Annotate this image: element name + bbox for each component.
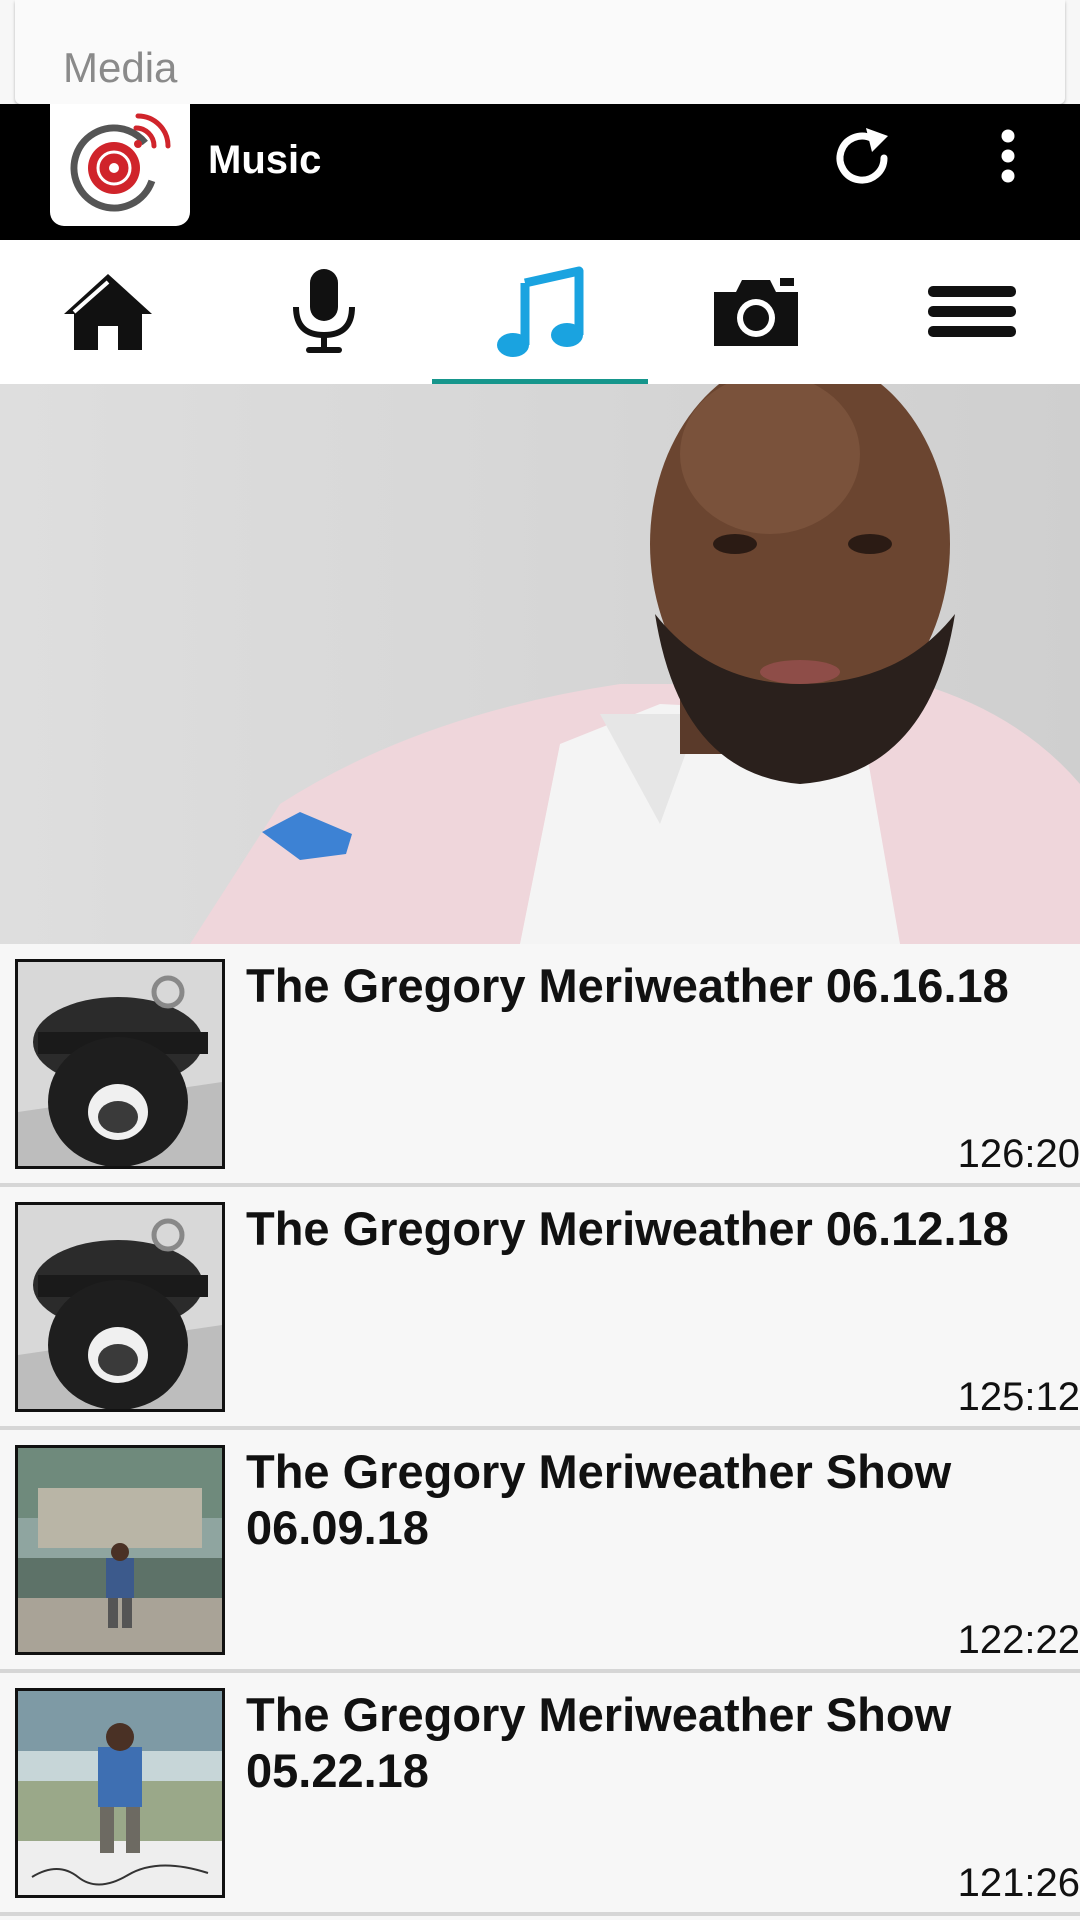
episode-thumbnail xyxy=(15,1202,225,1412)
bw-headphones-portrait-image xyxy=(18,962,222,1166)
bw-headphones-portrait-image xyxy=(18,1205,222,1409)
list-item[interactable]: The Gregory Meriweather Show 06.09.18 12… xyxy=(0,1430,1080,1673)
episode-duration: 122:22 xyxy=(957,1618,1080,1662)
screen: Media Music The Gregory Meriweather 06.1… xyxy=(0,0,1080,1920)
refresh-icon xyxy=(836,128,888,184)
tab-home[interactable] xyxy=(0,240,216,384)
seated-portrait-signature-image xyxy=(18,1691,222,1895)
list-item[interactable]: The Gregory Meriweather Show 05.22.18 12… xyxy=(0,1673,1080,1916)
microphone-icon xyxy=(293,269,355,353)
episode-title: The Gregory Meriweather 06.16.18 xyxy=(246,959,1009,1012)
episode-duration: 121:26 xyxy=(957,1861,1080,1905)
tab-bar xyxy=(0,240,1080,384)
episode-thumbnail xyxy=(15,959,225,1169)
page-title: Music xyxy=(208,138,322,182)
music-note-icon xyxy=(497,266,584,357)
episode-thumbnail xyxy=(15,1445,225,1655)
artist-portrait-image xyxy=(0,384,1080,944)
beverly-hills-sign-photo-image xyxy=(18,1448,222,1652)
app-logo[interactable] xyxy=(50,104,190,226)
search-label: Media xyxy=(63,44,178,91)
refresh-button[interactable] xyxy=(826,122,898,194)
radio-broadcast-logo-icon xyxy=(70,113,171,212)
hamburger-menu-icon xyxy=(928,286,1016,337)
tab-menu[interactable] xyxy=(864,240,1080,384)
episode-title: The Gregory Meriweather Show 05.22.18 xyxy=(246,1688,952,1797)
featured-artist-photo xyxy=(0,384,1080,944)
episode-duration: 126:20 xyxy=(957,1132,1080,1176)
episode-title: The Gregory Meriweather 06.12.18 xyxy=(246,1202,1009,1255)
camera-icon xyxy=(714,278,798,346)
overflow-menu-button[interactable] xyxy=(980,122,1036,194)
more-vert-icon xyxy=(1001,129,1015,183)
home-icon xyxy=(64,274,152,350)
episode-list: The Gregory Meriweather 06.16.18 126:20 … xyxy=(0,944,1080,1916)
tab-podcast[interactable] xyxy=(216,240,432,384)
search-bar[interactable]: Media xyxy=(15,0,1065,104)
episode-duration: 125:12 xyxy=(957,1375,1080,1419)
list-item[interactable]: The Gregory Meriweather 06.12.18 125:12 xyxy=(0,1187,1080,1430)
episode-thumbnail xyxy=(15,1688,225,1898)
tab-photos[interactable] xyxy=(648,240,864,384)
episode-title: The Gregory Meriweather Show 06.09.18 xyxy=(246,1445,952,1554)
list-item[interactable]: The Gregory Meriweather 06.16.18 126:20 xyxy=(0,944,1080,1187)
tab-music[interactable] xyxy=(432,240,648,384)
